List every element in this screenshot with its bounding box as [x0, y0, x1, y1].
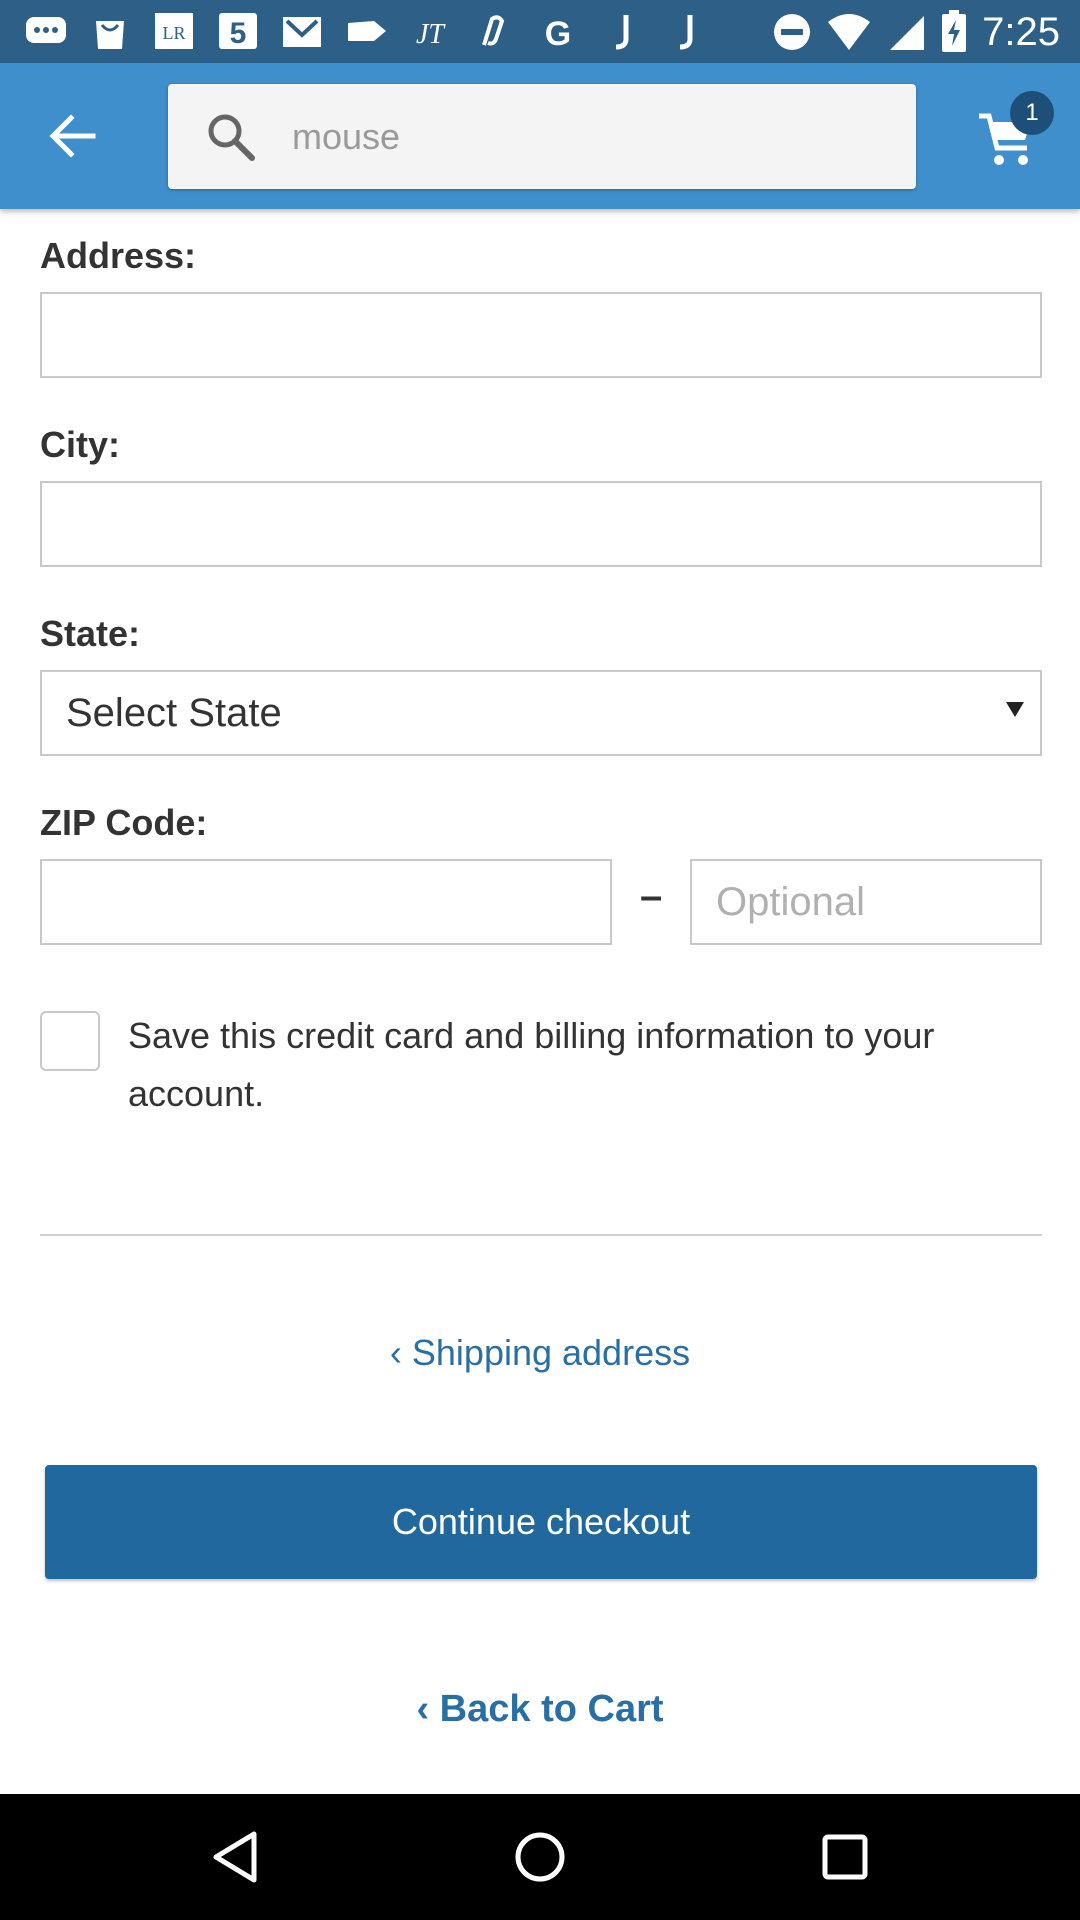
g-icon: G — [534, 10, 582, 52]
link-icon — [470, 10, 518, 52]
wifi-icon — [828, 14, 871, 50]
search-input[interactable] — [292, 84, 892, 189]
caret-down-icon — [1006, 702, 1024, 717]
save-card-label[interactable]: Save this credit card and billing inform… — [128, 1007, 1028, 1123]
system-status: 7:25 — [772, 8, 1060, 56]
state-selected-value: Select State — [66, 690, 282, 735]
jt-icon: JT — [406, 10, 454, 52]
continue-checkout-button[interactable]: Continue checkout — [45, 1465, 1037, 1579]
triangle-back-icon — [213, 1831, 257, 1883]
chat-icon — [22, 10, 70, 52]
circle-home-icon — [515, 1832, 565, 1882]
address-field[interactable] — [40, 292, 1042, 378]
city-label: City: — [40, 424, 120, 465]
svg-text:JT: JT — [416, 19, 446, 50]
signal-icon — [890, 16, 925, 50]
zip-extension-field[interactable]: Optional — [690, 859, 1042, 945]
nav-back-button[interactable] — [200, 1822, 270, 1892]
address-label: Address: — [40, 235, 197, 276]
arrow-left-icon — [49, 114, 96, 158]
city-field[interactable] — [40, 481, 1042, 567]
back-button[interactable] — [38, 105, 108, 167]
zip-separator: – — [640, 874, 663, 918]
cart-count-badge: 1 — [1010, 91, 1054, 135]
search-icon — [208, 114, 255, 161]
gmail-icon — [278, 10, 326, 52]
save-card-checkbox[interactable] — [40, 1011, 100, 1071]
status-bar: LR 5 JT G 7:25 — [0, 0, 1080, 63]
lr-icon: LR — [150, 10, 198, 52]
divider — [40, 1234, 1042, 1236]
back-to-cart-link[interactable]: ‹ Back to Cart — [0, 1688, 1080, 1731]
square-recents-icon — [822, 1834, 868, 1880]
zip-label: ZIP Code: — [40, 802, 208, 843]
battery-charging-icon — [942, 10, 967, 52]
zip-extension-placeholder: Optional — [716, 879, 865, 924]
notification-icons: LR 5 JT G — [22, 10, 710, 52]
nav-home-button[interactable] — [505, 1822, 575, 1892]
svg-text:G: G — [545, 15, 571, 51]
tag-icon — [342, 10, 390, 52]
shipping-address-link[interactable]: ‹ Shipping address — [0, 1332, 1080, 1374]
svg-text:LR: LR — [162, 23, 185, 43]
svg-text:5: 5 — [230, 17, 247, 50]
search-box[interactable] — [168, 84, 916, 189]
do-not-disturb-icon — [774, 14, 811, 50]
state-select[interactable]: Select State — [40, 670, 1042, 756]
state-label: State: — [40, 613, 141, 654]
five-icon: 5 — [214, 10, 262, 52]
bag-icon — [86, 10, 134, 52]
zip-field[interactable] — [40, 859, 612, 945]
app-header: 1 — [0, 63, 1080, 209]
j-icon — [662, 10, 710, 52]
j-icon — [598, 10, 646, 52]
system-nav-bar — [0, 1794, 1080, 1920]
status-time: 7:25 — [982, 9, 1060, 54]
nav-recents-button[interactable] — [810, 1822, 880, 1892]
